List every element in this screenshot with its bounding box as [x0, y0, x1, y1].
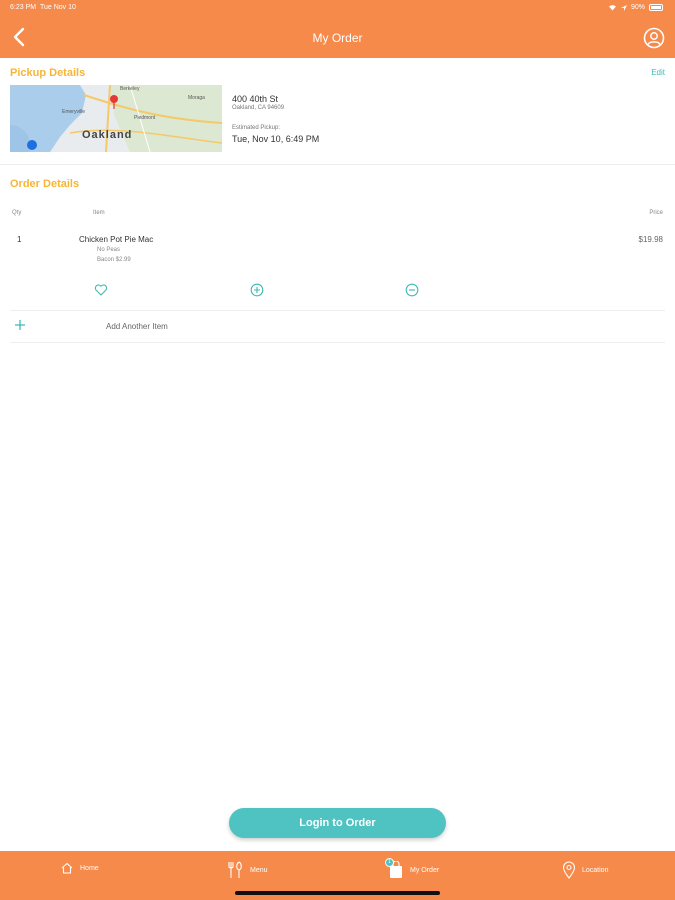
status-bar: 6:23 PM Tue Nov 10 90%: [0, 0, 675, 16]
tab-label: Home: [80, 864, 99, 872]
tab-my-order[interactable]: 1 My Order: [385, 858, 440, 879]
map-place-label: Moraga: [188, 95, 205, 101]
item-name: Chicken Pot Pie Mac: [79, 235, 154, 244]
battery-icon: [649, 4, 663, 11]
pickup-details-title: Pickup Details: [10, 67, 86, 79]
status-time: 6:23 PM Tue Nov 10: [10, 4, 76, 11]
tab-label: Location: [582, 866, 609, 874]
map-place-label: Oakland: [82, 129, 133, 141]
utensils-icon: [228, 861, 242, 878]
add-another-item-button[interactable]: Add Another Item: [106, 322, 168, 331]
section-divider: [0, 164, 675, 165]
price-column-header: Price: [649, 210, 663, 216]
home-indicator: [235, 891, 440, 895]
plus-icon[interactable]: [13, 318, 27, 332]
tab-label: Menu: [250, 866, 268, 874]
map-place-label: Berkeley: [120, 86, 140, 92]
status-indicators: 90%: [608, 4, 663, 11]
tab-home[interactable]: Home: [60, 861, 99, 875]
wifi-icon: [608, 5, 616, 11]
qty-column-header: Qty: [12, 210, 22, 216]
bag-icon-wrapper: 1: [385, 858, 404, 879]
item-modifier: No Peas: [97, 247, 121, 253]
row-divider: [10, 342, 665, 343]
map-place-label: Piedmont: [134, 115, 156, 121]
pickup-city: Oakland, CA 94609: [232, 105, 285, 111]
home-icon: [61, 862, 73, 874]
location-arrow-icon: [620, 4, 627, 11]
battery-percent: 90%: [630, 4, 645, 11]
edit-link[interactable]: Edit: [651, 68, 665, 77]
item-column-header: Item: [93, 210, 105, 216]
pickup-map[interactable]: Oakland Moraga Piedmont Emeryville Berke…: [10, 85, 222, 152]
estimated-pickup-label: Estimated Pickup:: [232, 125, 281, 131]
tab-menu[interactable]: Menu: [228, 861, 268, 879]
item-price: $19.98: [638, 235, 663, 244]
pickup-street: 400 40th St: [232, 94, 279, 104]
estimated-pickup-time: Tue, Nov 10, 6:49 PM: [232, 134, 320, 144]
plus-circle-icon[interactable]: [250, 283, 264, 297]
user-circle-icon[interactable]: [643, 27, 665, 49]
row-divider: [10, 310, 665, 311]
order-details-title: Order Details: [10, 178, 80, 190]
order-count-badge: 1: [385, 858, 394, 867]
page-title: My Order: [312, 31, 363, 45]
app-header: 6:23 PM Tue Nov 10 90% My Order: [0, 0, 675, 58]
item-qty: 1: [17, 235, 22, 244]
map-place-label: Emeryville: [62, 109, 86, 115]
item-modifier: Bacon $2.99: [97, 257, 131, 263]
login-to-order-button[interactable]: Login to Order: [229, 808, 446, 838]
tab-label: My Order: [410, 866, 440, 874]
map-pin-icon: [562, 861, 576, 879]
tab-location[interactable]: Location: [562, 861, 608, 879]
heart-icon[interactable]: [94, 283, 108, 297]
minus-circle-icon[interactable]: [405, 283, 419, 297]
